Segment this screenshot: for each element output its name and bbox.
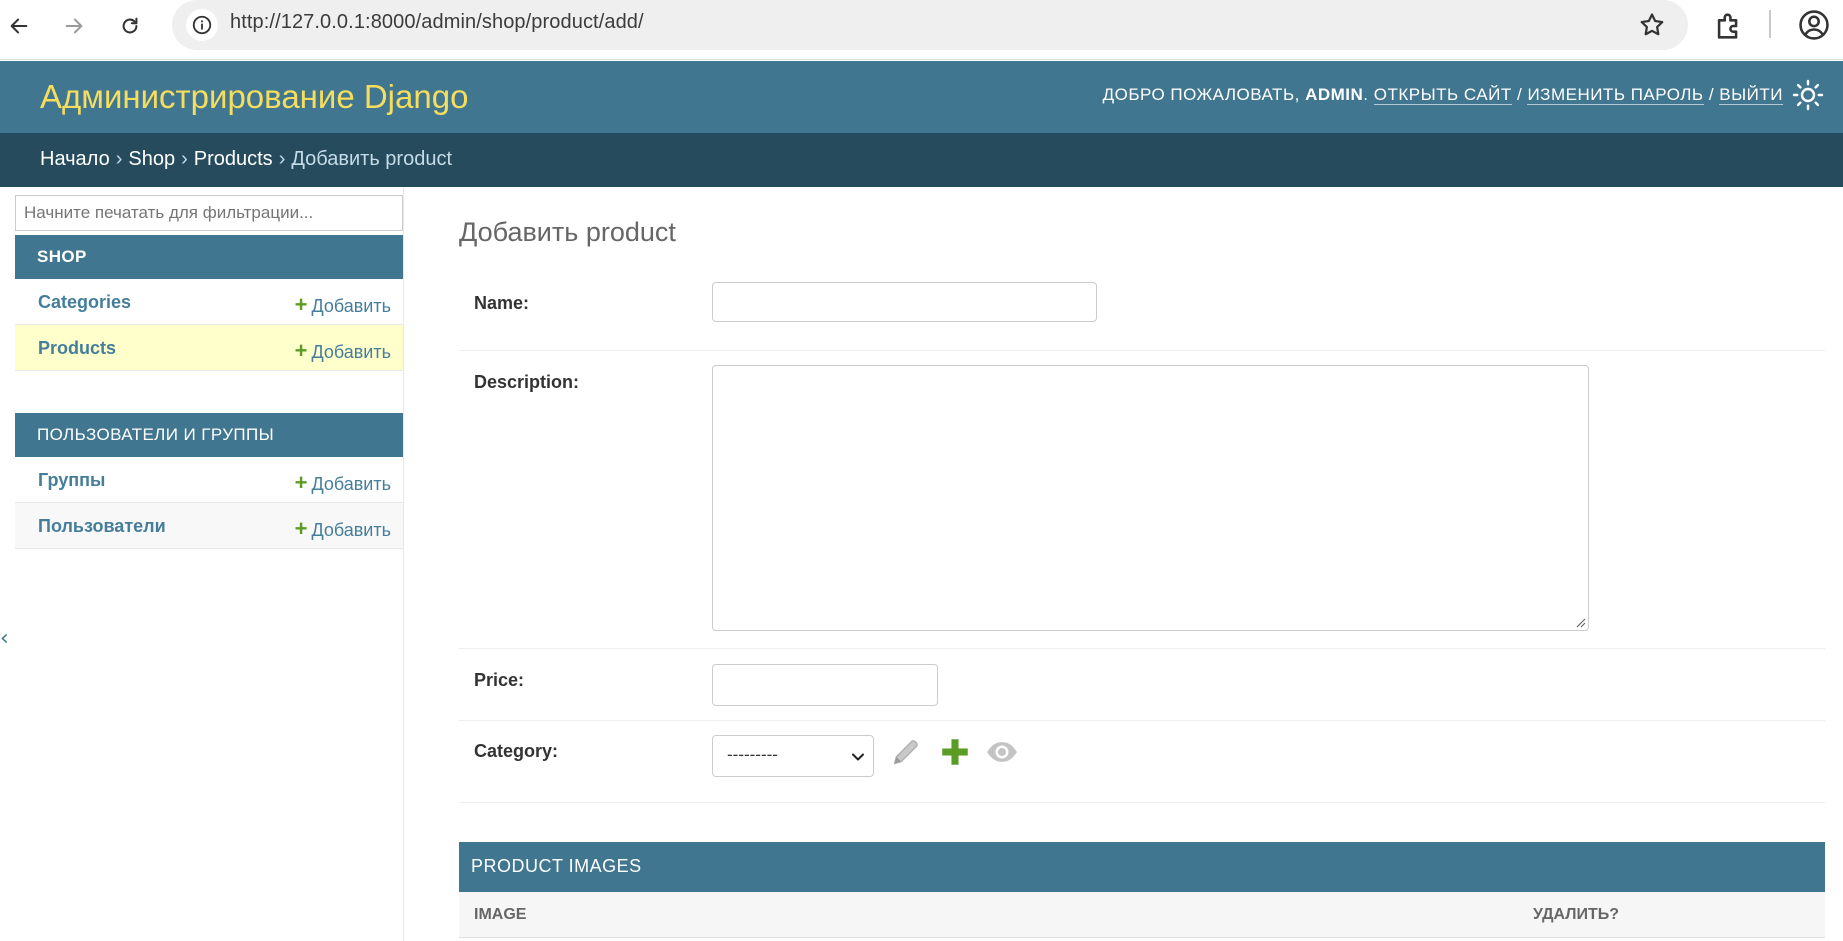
admin-header: Администрирование Django Добро пожаловат…: [0, 61, 1843, 133]
profile-icon[interactable]: [1797, 8, 1831, 42]
sidebar-item-products: Products + Добавить: [15, 325, 403, 371]
nav-sidebar: Shop Categories +Добавить Products +Доба…: [15, 187, 404, 941]
add-plus-icon: +: [294, 338, 308, 363]
main-content: Добавить product Name: Description: Pric…: [459, 187, 1825, 941]
breadcrumb-current: Добавить product: [291, 148, 453, 170]
extensions-icon[interactable]: [1712, 9, 1746, 43]
back-icon[interactable]: [3, 10, 35, 42]
user-tools: Добро пожаловать, admin. Открыть сайт / …: [1102, 85, 1783, 105]
sidebar-item-users: Пользователи + Добавить: [15, 503, 403, 549]
description-textarea[interactable]: [712, 365, 1589, 631]
forward-icon[interactable]: [58, 10, 90, 42]
add-plus-icon: +: [294, 292, 308, 317]
form-row-price: Price:: [459, 649, 1825, 721]
toolbar-divider: [1769, 10, 1771, 38]
add-link-label: Добавить: [311, 474, 391, 494]
change-related-pencil-icon[interactable]: [889, 735, 923, 769]
app-caption-auth[interactable]: Пользователи и группы: [15, 413, 403, 457]
view-related-eye-icon[interactable]: [985, 735, 1019, 769]
breadcrumb-sep: ›: [115, 148, 123, 170]
form-row-name: Name:: [459, 279, 1825, 351]
user-tools-sep: /: [1516, 85, 1523, 104]
breadcrumb-sep: ›: [278, 148, 286, 170]
model-link-users[interactable]: Пользователи: [38, 516, 166, 537]
site-info-icon[interactable]: [186, 9, 218, 41]
breadcrumb-home[interactable]: Начало: [40, 148, 110, 170]
inline-table-header: Image Удалить?: [459, 892, 1825, 938]
add-groups-link[interactable]: + Добавить: [295, 470, 391, 496]
welcome-text: Добро пожаловать,: [1102, 85, 1300, 104]
breadcrumb-app-shop[interactable]: Shop: [128, 148, 175, 170]
app-caption-shop[interactable]: Shop: [15, 235, 403, 279]
sidebar-item-categories: Categories + Добавить: [15, 279, 403, 325]
breadcrumb: Начало › Shop › Products › Добавить product: [0, 133, 1843, 187]
category-selected-value: ---------: [727, 745, 778, 764]
add-plus-icon: +: [294, 470, 308, 495]
bookmark-star-icon[interactable]: [1638, 11, 1666, 39]
add-categories-link[interactable]: + Добавить: [295, 292, 391, 318]
user-tools-sep: /: [1708, 85, 1715, 104]
url-text[interactable]: http://127.0.0.1:8000/admin/shop/product…: [230, 11, 644, 34]
model-link-categories[interactable]: Categories: [38, 292, 131, 313]
change-password-link[interactable]: Изменить пароль: [1527, 85, 1704, 105]
model-link-groups[interactable]: Группы: [38, 470, 105, 491]
add-link-label: Добавить: [311, 520, 391, 540]
breadcrumb-sep: ›: [181, 148, 188, 170]
add-plus-icon: +: [294, 516, 308, 541]
description-label: Description:: [474, 372, 580, 392]
breadcrumb-model-products[interactable]: Products: [194, 148, 273, 170]
category-label: Category:: [474, 741, 559, 761]
resize-handle-icon[interactable]: [1574, 616, 1586, 628]
add-users-link[interactable]: + Добавить: [295, 516, 391, 542]
add-products-link[interactable]: + Добавить: [295, 338, 391, 364]
chevron-down-icon: [852, 753, 864, 761]
page-title: Добавить product: [459, 217, 676, 247]
add-link-label: Добавить: [311, 342, 391, 362]
username: admin: [1305, 85, 1364, 104]
reload-icon[interactable]: [114, 10, 146, 42]
site-title[interactable]: Администрирование Django: [40, 78, 468, 116]
column-header-image: Image: [474, 906, 527, 923]
column-header-delete: Удалить?: [1533, 906, 1620, 923]
name-label: Name:: [474, 293, 530, 313]
inline-product-images-header: Product images: [459, 842, 1825, 892]
add-link-label: Добавить: [311, 296, 391, 316]
browser-toolbar: http://127.0.0.1:8000/admin/shop/product…: [0, 0, 1843, 60]
logout-link[interactable]: Выйти: [1719, 85, 1783, 105]
price-label: Price:: [474, 670, 525, 690]
form-row-description: Description:: [459, 351, 1825, 649]
view-site-link[interactable]: Открыть сайт: [1373, 85, 1512, 105]
theme-toggle-sun-icon[interactable]: [1792, 79, 1824, 111]
model-link-products[interactable]: Products: [38, 338, 116, 359]
sidebar-item-groups: Группы + Добавить: [15, 457, 403, 503]
sidebar-collapse-toggle[interactable]: ‹: [0, 626, 9, 651]
nav-filter-input[interactable]: [15, 195, 403, 231]
price-input[interactable]: [712, 664, 938, 706]
category-select[interactable]: ---------: [712, 735, 874, 777]
address-bar[interactable]: http://127.0.0.1:8000/admin/shop/product…: [172, 0, 1688, 50]
add-related-plus-icon[interactable]: [938, 735, 972, 769]
form-row-category: Category: ---------: [459, 721, 1825, 803]
name-input[interactable]: [712, 282, 1097, 322]
